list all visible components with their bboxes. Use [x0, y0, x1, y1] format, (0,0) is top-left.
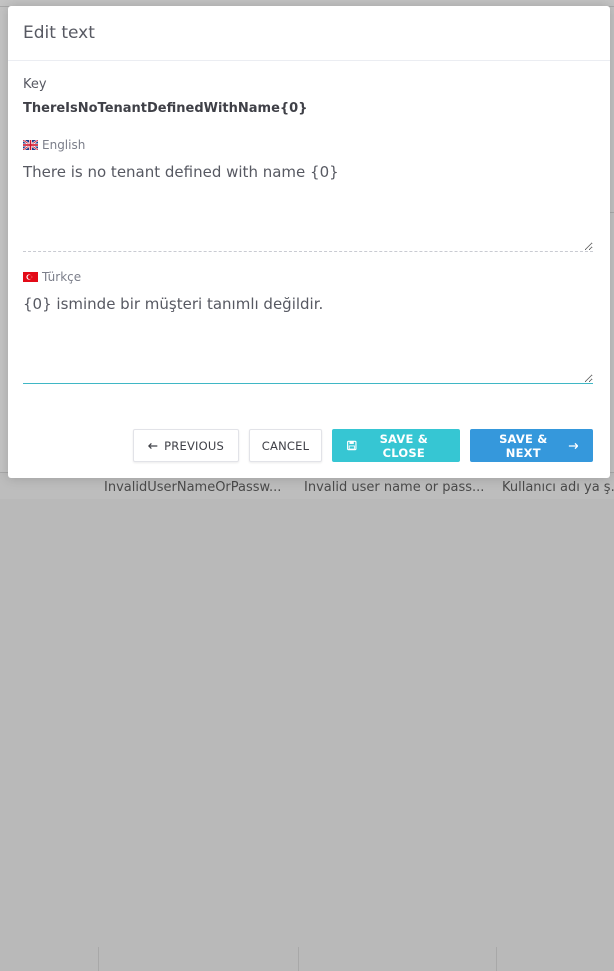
modal-title: Edit text [23, 23, 95, 43]
source-language-label: English [23, 138, 595, 152]
background-cell-separator [496, 947, 497, 971]
modal-header: Edit text [8, 6, 610, 61]
arrow-left-icon [148, 442, 158, 449]
previous-button[interactable]: PREVIOUS [133, 429, 239, 462]
background-cell: Kullanıcı adı ya ş... [502, 480, 614, 495]
key-label: Key [23, 77, 47, 92]
save-and-next-button[interactable]: SAVE & NEXT [470, 429, 593, 462]
key-value: ThereIsNoTenantDefinedWithName{0} [23, 101, 308, 116]
background-cell-separator [98, 947, 99, 971]
edit-text-modal: Edit text Key ThereIsNoTenantDefinedWith… [8, 6, 610, 478]
previous-button-label: PREVIOUS [164, 438, 224, 453]
turkey-flag-icon [23, 272, 38, 282]
source-language-name: English [42, 138, 86, 152]
save-and-next-button-label: SAVE & NEXT [499, 431, 548, 460]
target-text-field[interactable] [23, 292, 593, 384]
modal-footer: PREVIOUS CANCEL SAVE & CLOSE SAVE & NEXT [133, 429, 593, 462]
background-cell: Invalid user name or pass... [304, 480, 485, 495]
modal-body: Key ThereIsNoTenantDefinedWithName{0} En… [8, 61, 610, 388]
save-icon [347, 440, 357, 451]
cancel-button-label: CANCEL [261, 438, 310, 453]
arrow-right-icon [568, 442, 578, 449]
background-cell: InvalidUserNameOrPassw... [104, 480, 282, 495]
target-language-name: Türkçe [42, 270, 82, 284]
source-text-field[interactable] [23, 160, 593, 252]
save-and-close-button[interactable]: SAVE & CLOSE [332, 429, 460, 462]
cancel-button[interactable]: CANCEL [249, 429, 322, 462]
target-language-label: Türkçe [23, 270, 595, 284]
save-and-close-button-label: SAVE & CLOSE [379, 431, 428, 460]
background-cell-separator [298, 947, 299, 971]
uk-flag-icon [23, 140, 38, 150]
